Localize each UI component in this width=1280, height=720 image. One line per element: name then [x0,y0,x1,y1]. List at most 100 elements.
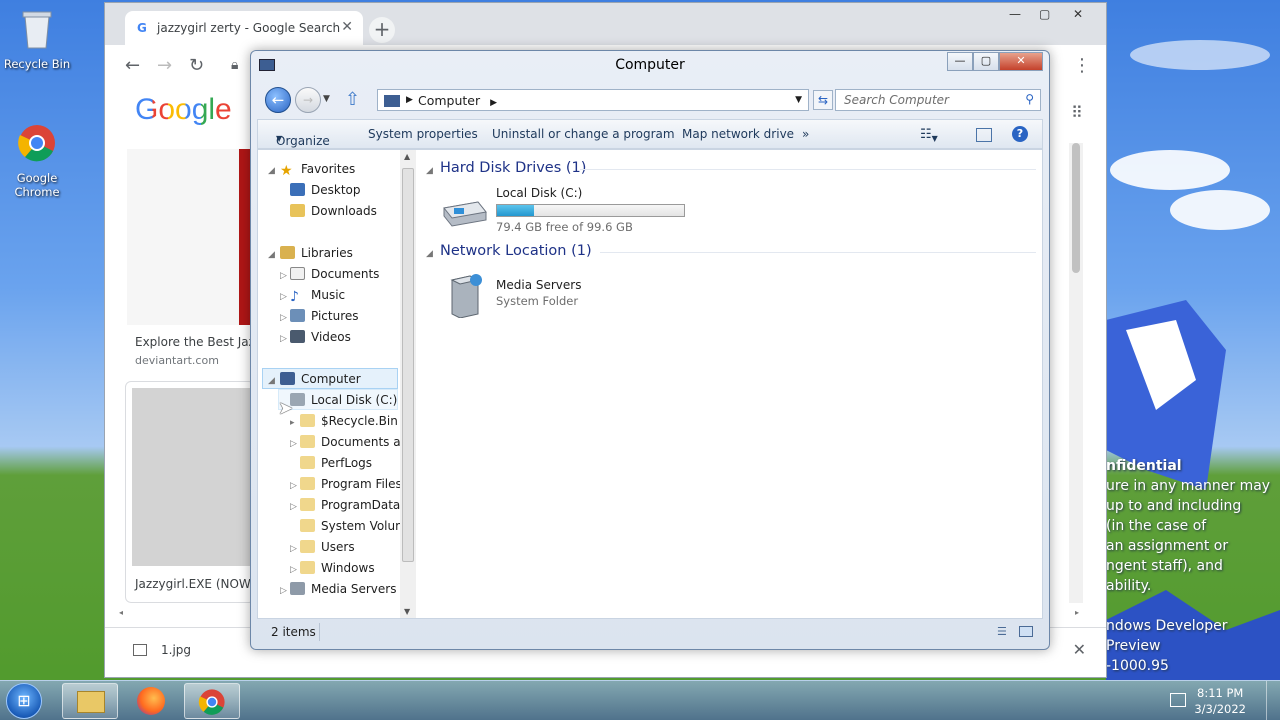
result-title-1[interactable]: Explore the Best Jazz [135,335,261,349]
videos-icon [290,330,305,343]
close-button[interactable]: ✕ [999,52,1043,71]
items-view: ◢ Hard Disk Drives (1) Local Disk (C:) 7… [420,150,1042,618]
forward-icon[interactable]: → [157,55,172,76]
new-tab-button[interactable]: + [369,17,395,43]
taskbar-explorer-button[interactable] [62,683,118,719]
chrome-maximize-button[interactable]: ▢ [1039,7,1050,21]
download-bar-close-icon[interactable]: ✕ [1073,640,1086,659]
google-favicon-icon: G [137,21,147,35]
taskbar: ⊞ 8:11 PM 3/3/2022 [0,680,1280,720]
view-options-icon[interactable]: ☷ ▼ [920,127,938,143]
page-vertical-scrollbar[interactable] [1069,143,1083,603]
details-view-icon[interactable]: ☰ [997,625,1007,638]
tree-folder-program-files[interactable]: Program Files [300,477,402,497]
minimize-button[interactable]: — [947,52,973,71]
search-input[interactable]: Search Computer ⚲ [835,89,1041,111]
result-title-2[interactable]: Jazzygirl.EXE (NOW I [135,577,258,591]
recent-pages-dropdown[interactable]: ▼ [323,94,330,104]
explorer-window: Computer — ▢ ✕ ← → ▼ ⇧ ▶ Computer ▶ ▼ ⇆ … [250,50,1050,650]
tree-item-videos[interactable]: Videos [290,330,351,350]
search-icon[interactable]: ⚲ [1025,92,1034,106]
tree-scroll-thumb[interactable] [402,168,414,562]
tree-item-documents[interactable]: Documents [290,267,379,287]
large-icons-view-icon[interactable] [1019,626,1033,637]
folder-taskbar-icon [77,691,105,713]
tree-item-downloads[interactable]: Downloads [290,204,377,224]
chrome-menu-icon[interactable]: ⋮ [1073,55,1091,76]
more-commands-button[interactable]: » [802,127,809,141]
tree-item-pictures[interactable]: Pictures [290,309,359,329]
preview-pane-icon[interactable] [976,128,992,142]
pictures-icon [290,309,305,322]
tree-folder-system-volume[interactable]: System Volume [300,519,400,539]
firefox-icon [137,687,165,715]
group-header-hdd[interactable]: Hard Disk Drives (1) [440,160,586,176]
chrome-minimize-button[interactable]: — [1009,7,1021,21]
chrome-close-button[interactable]: ✕ [1073,7,1083,21]
tree-folder-perflogs[interactable]: PerfLogs [300,456,372,476]
tree-item-favorites[interactable]: ★ Favorites [280,162,355,182]
recycle-bin-icon [22,11,52,49]
tree-item-local-disk[interactable]: Local Disk (C:) [290,393,397,413]
recycle-bin-desktop-icon[interactable]: Recycle Bin [2,8,72,71]
address-dropdown-icon[interactable]: ▼ [795,95,802,105]
tree-folder-documents-and[interactable]: Documents and [300,435,400,455]
browser-tab[interactable]: G jazzygirl zerty - Google Search ✕ [125,11,363,45]
downloads-icon [290,204,305,217]
breadcrumb-chevron-icon[interactable]: ▶ [490,98,497,108]
tree-item-libraries[interactable]: Libraries [280,246,353,266]
tree-item-music[interactable]: ♪ Music [290,288,345,308]
taskbar-clock[interactable]: 8:11 PM 3/3/2022 [1194,685,1246,717]
tree-folder-programdata[interactable]: ProgramData [300,498,400,518]
result-image-2[interactable] [125,381,255,603]
uninstall-button[interactable]: Uninstall or change a program [492,127,675,141]
window-title: Computer [615,57,685,73]
tree-item-media-servers[interactable]: Media Servers [290,582,396,602]
libraries-icon [280,246,295,259]
navigation-tree: ◢ ★ Favorites Desktop Downloads ◢ Librari… [258,150,418,618]
music-icon: ♪ [290,289,299,305]
system-properties-button[interactable]: System properties [368,127,478,141]
tree-item-desktop[interactable]: Desktop [290,183,361,203]
breadcrumb-computer[interactable]: Computer [418,93,480,108]
show-desktop-button[interactable] [1266,681,1280,720]
chrome-taskbar-icon [198,689,225,715]
maximize-button[interactable]: ▢ [973,52,999,71]
desktop-icon [290,183,305,196]
address-bar[interactable]: ▶ Computer ▶ ▼ [377,89,809,111]
documents-icon [290,267,305,280]
apps-icon[interactable]: ⠿ [1071,103,1083,122]
refresh-icon[interactable]: ⇆ [813,90,833,110]
back-button[interactable]: ← [265,87,291,113]
taskbar-chrome-button[interactable] [184,683,240,719]
start-button[interactable]: ⊞ [6,683,42,719]
tree-folder-recycle[interactable]: $Recycle.Bin [300,414,398,434]
network-item-media-servers[interactable]: Media Servers System Folder [436,272,636,318]
tree-scrollbar[interactable]: ▲ ▼ [400,150,416,618]
tree-folder-users[interactable]: Users [300,540,355,560]
windows-logo-icon: ⊞ [17,691,31,710]
computer-icon [280,372,295,385]
result-image-1[interactable] [127,149,253,325]
tab-close-icon[interactable]: ✕ [341,19,353,35]
help-icon[interactable]: ? [1012,126,1028,142]
taskbar-firefox-button[interactable] [134,685,168,717]
chrome-desktop-icon[interactable]: Google Chrome [2,122,72,199]
drive-usage-bar [496,204,685,217]
lock-icon: 🔒︎ [231,57,239,73]
download-filename[interactable]: 1.jpg [161,643,191,657]
mouse-cursor: ➤ [278,398,294,419]
reload-icon[interactable]: ↻ [189,55,204,76]
window-controls: — ▢ ✕ [947,52,1043,72]
breadcrumb-sep-icon[interactable]: ▶ [406,95,413,105]
google-logo: Google [135,93,232,126]
group-header-network[interactable]: Network Location (1) [440,243,592,259]
network-tray-icon[interactable] [1170,693,1186,707]
up-arrow-icon[interactable]: ⇧ [345,89,360,110]
drive-item-c[interactable]: Local Disk (C:) 79.4 GB free of 99.6 GB [436,186,696,236]
map-network-drive-button[interactable]: Map network drive [682,127,794,141]
back-icon[interactable]: ← [125,55,140,76]
content-pane: ◢ ★ Favorites Desktop Downloads ◢ Librari… [257,149,1043,619]
forward-button[interactable]: → [295,87,321,113]
tree-folder-windows[interactable]: Windows [300,561,375,581]
